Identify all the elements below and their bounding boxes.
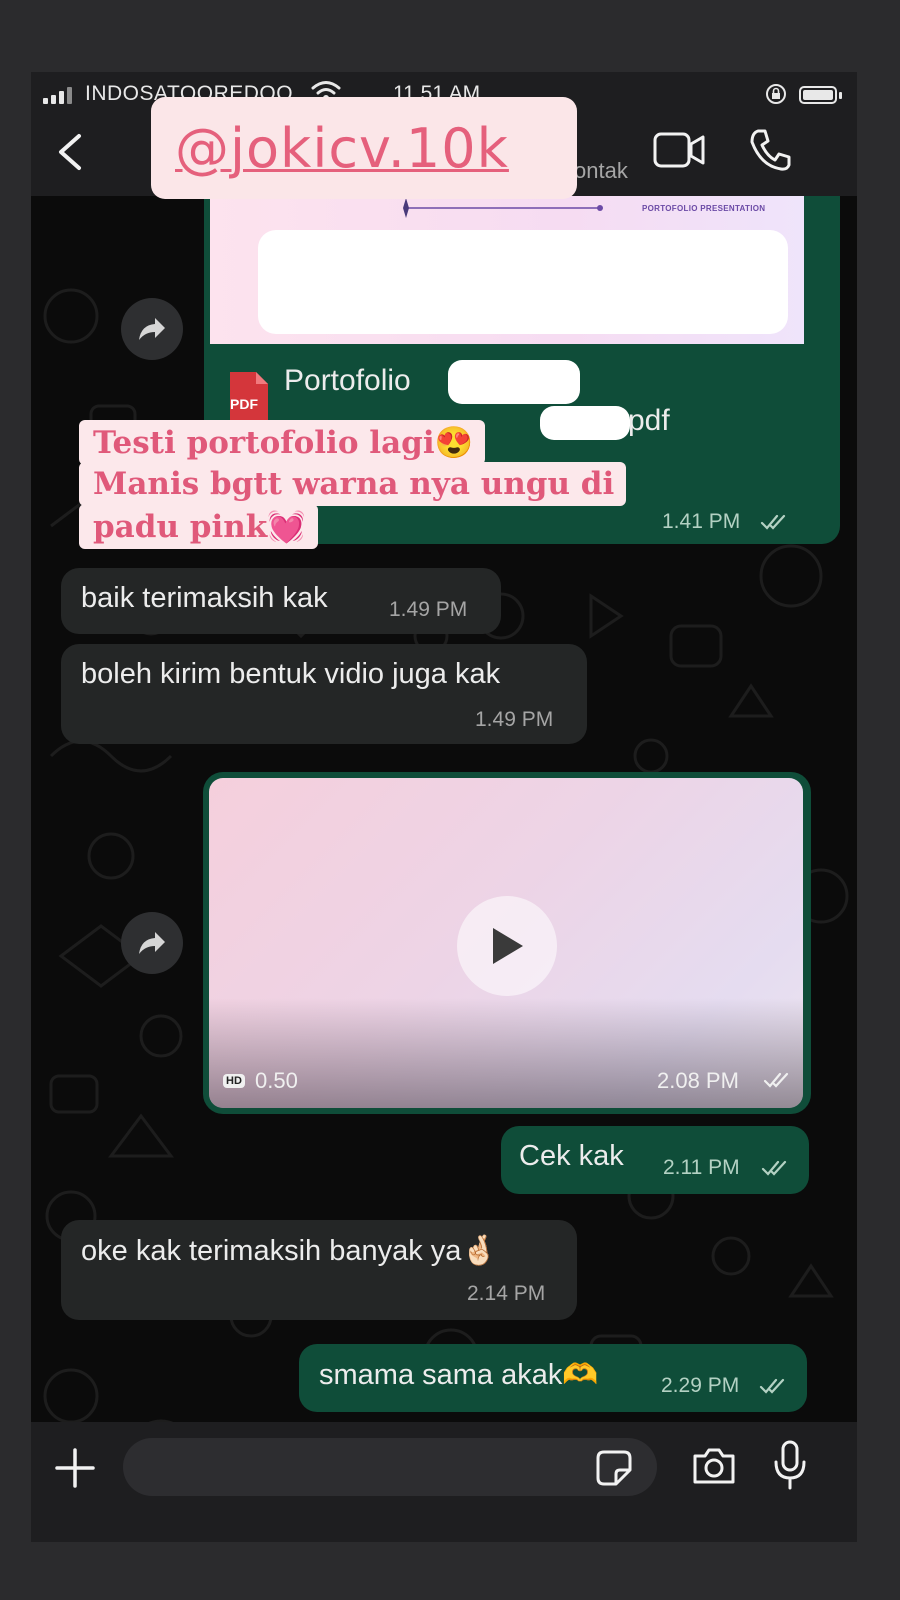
outgoing-message-2[interactable]: smama sama akak🫶 2.29 PM — [299, 1344, 807, 1412]
message-time: 2.14 PM — [467, 1282, 546, 1305]
filename-redaction — [448, 360, 580, 404]
filename-redaction-2 — [540, 406, 630, 440]
message-time: 1.41 PM — [662, 510, 741, 533]
outgoing-message-1[interactable]: Cek kak 2.11 PM — [501, 1126, 809, 1194]
battery-icon — [799, 86, 837, 104]
preview-label: PORTOFOLIO PRESENTATION — [642, 204, 766, 213]
watermark-text: @jokicv.10k — [175, 117, 509, 180]
document-file-name: Portofolio — [284, 364, 411, 397]
message-text: baik terimaksih kak — [81, 582, 328, 614]
video-call-icon[interactable] — [653, 130, 705, 170]
double-check-icon — [761, 1160, 787, 1176]
signal-icon — [43, 86, 72, 104]
caption-line-1: Testi portofolio lagi😍 — [79, 420, 486, 465]
plus-icon[interactable] — [55, 1448, 95, 1488]
play-icon — [493, 928, 523, 964]
message-time: 1.49 PM — [389, 598, 468, 621]
incoming-message-2[interactable]: boleh kirim bentuk vidio juga kak 1.49 P… — [61, 644, 587, 744]
message-time: 2.11 PM — [663, 1156, 740, 1179]
video-message[interactable]: HD 0.50 2.08 PM — [203, 772, 811, 1114]
caption-line-3: padu pink💓 — [79, 504, 318, 549]
mic-icon[interactable] — [773, 1440, 807, 1490]
message-time: 2.29 PM — [661, 1374, 740, 1397]
phone-call-icon[interactable] — [749, 128, 791, 172]
document-file-ext: pdf — [628, 404, 670, 437]
back-chevron-icon[interactable] — [51, 130, 91, 174]
incoming-message-3[interactable]: oke kak terimaksih banyak ya🤞🏻 2.14 PM — [61, 1220, 577, 1320]
forward-button[interactable] — [121, 298, 183, 360]
forward-icon — [139, 318, 165, 340]
caption-line-2: Manis bgtt warna nya ungu di — [79, 462, 627, 506]
double-check-icon — [763, 1072, 789, 1088]
message-text: oke kak terimaksih banyak ya🤞🏻 — [81, 1235, 498, 1267]
hd-badge: HD — [223, 1074, 245, 1088]
message-input[interactable] — [123, 1438, 657, 1496]
watermark-label: @jokicv.10k — [151, 97, 577, 199]
pdf-icon-label: PDF — [230, 396, 258, 412]
video-thumbnail[interactable] — [209, 778, 803, 1108]
message-time: 2.08 PM — [657, 1068, 739, 1093]
message-text: boleh kirim bentuk vidio juga kak — [81, 658, 501, 690]
forward-icon — [139, 932, 165, 954]
redaction-mark — [258, 230, 788, 334]
forward-button[interactable] — [121, 912, 183, 974]
document-preview[interactable]: PORTOFOLIO PRESENTATION — [210, 196, 804, 344]
video-duration: 0.50 — [255, 1068, 298, 1093]
double-check-icon — [759, 1378, 785, 1394]
message-input-bar — [31, 1422, 857, 1542]
message-text: smama sama akak🫶 — [319, 1359, 599, 1391]
message-time: 1.49 PM — [475, 708, 554, 731]
battery-cap — [839, 92, 842, 99]
phone-screen: INDOSATOOREDOO 11.51 AM kontak PORTOFOLI… — [31, 72, 857, 1542]
message-text: Cek kak — [519, 1140, 624, 1172]
sticker-icon[interactable] — [596, 1450, 632, 1486]
play-button[interactable] — [457, 896, 557, 996]
rotation-lock-icon — [766, 84, 786, 104]
incoming-message-1[interactable]: baik terimaksih kak 1.49 PM — [61, 568, 501, 634]
double-check-icon — [760, 514, 786, 530]
camera-icon[interactable] — [691, 1446, 737, 1486]
preview-decoration — [403, 198, 603, 218]
chat-area[interactable]: PORTOFOLIO PRESENTATION PDF Portofolio p… — [31, 196, 857, 1494]
